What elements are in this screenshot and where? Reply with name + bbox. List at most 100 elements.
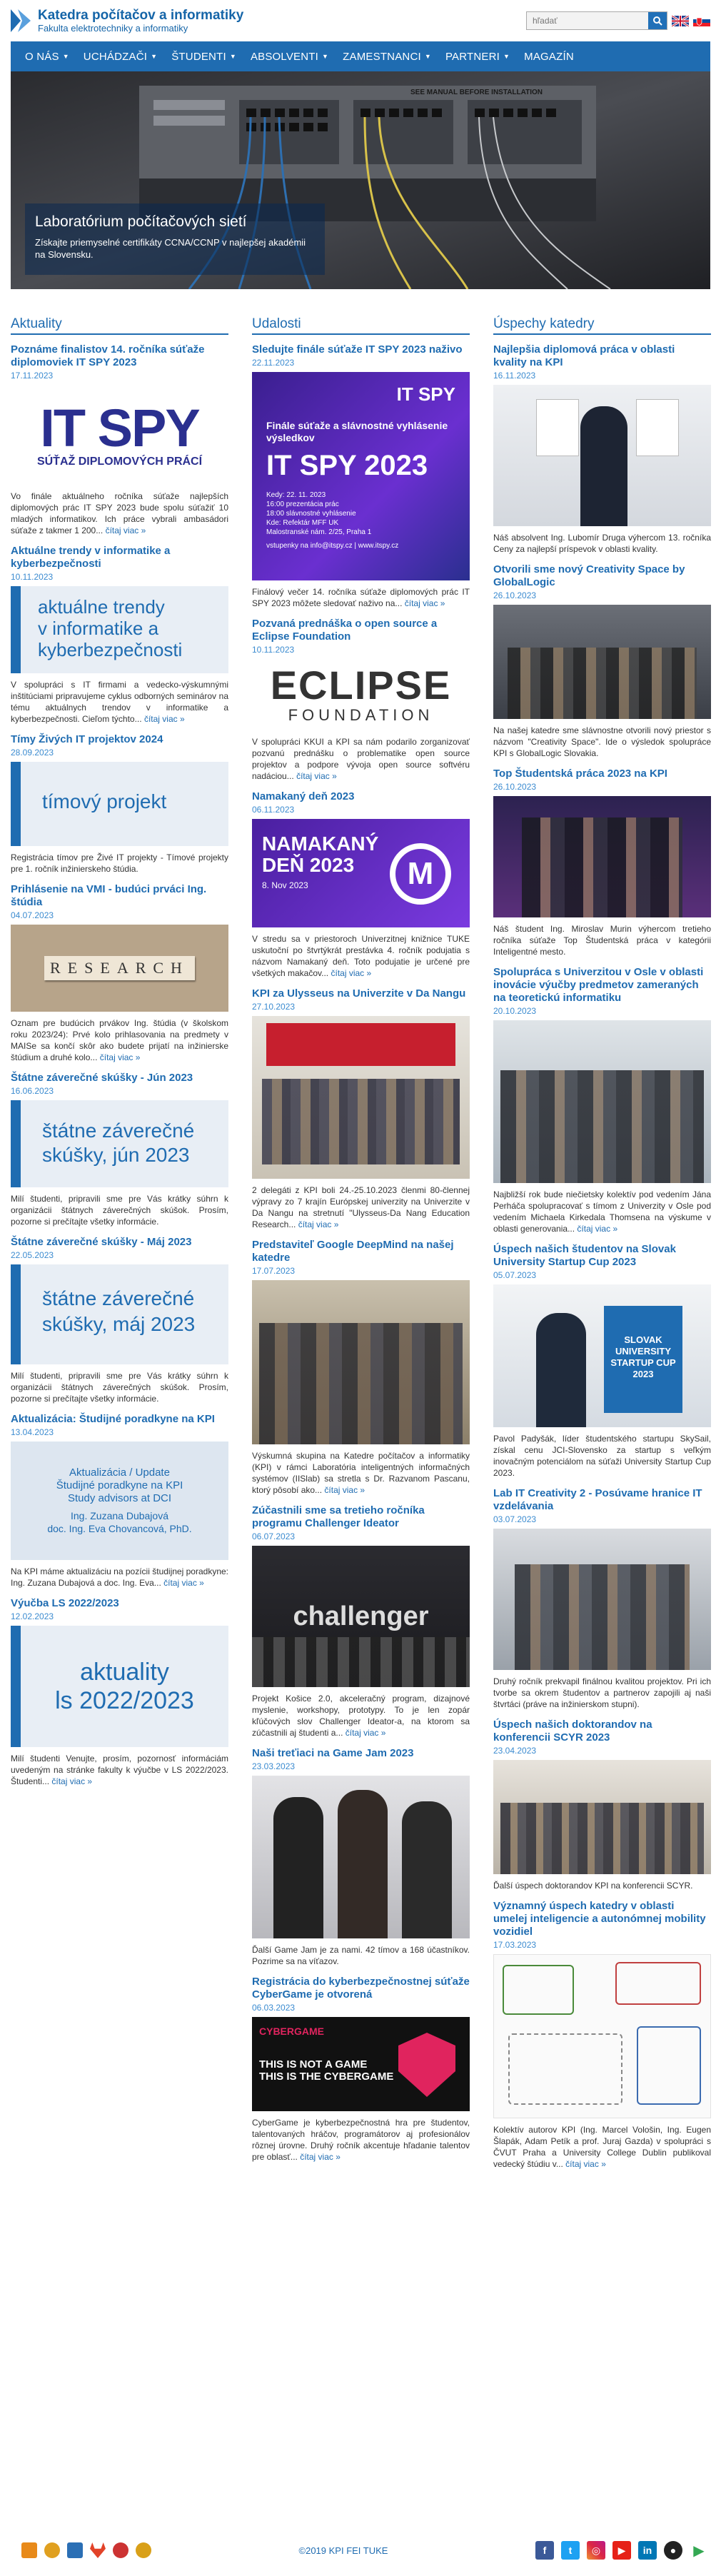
read-more-link[interactable]: čítaj viac »	[346, 1728, 386, 1738]
deepmind-photo[interactable]	[252, 1280, 470, 1444]
namakany-den-thumbnail[interactable]: NAMAKANÝ DEŇ 2023 8. Nov 2023 M	[252, 819, 470, 927]
event-title[interactable]: KPI za Ulysseus na Univerzite v Da Nangu	[252, 987, 470, 1000]
success-title[interactable]: Otvorili sme nový Creativity Space by Gl…	[493, 563, 711, 589]
chevron-down-icon: ▼	[424, 53, 431, 60]
twitter-icon[interactable]: t	[560, 2541, 580, 2560]
slovak-flag-icon[interactable]	[693, 15, 710, 26]
news-title[interactable]: Tímy Živých IT projektov 2024	[11, 733, 228, 746]
news-title[interactable]: Štátne záverečné skúšky - Máj 2023	[11, 1236, 228, 1249]
hero-banner[interactable]: SEE MANUAL BEFORE INSTALLATION Laboratór…	[11, 71, 710, 289]
column-heading[interactable]: Aktuality	[11, 316, 228, 335]
nav-item-uchadzaci[interactable]: UCHÁDZAČI ▼	[76, 41, 164, 71]
news-title[interactable]: Aktuálne trendy v informatike a kyberbez…	[11, 545, 228, 570]
nav-item-magazin[interactable]: MAGAZÍN	[517, 41, 581, 71]
event-title[interactable]: Zúčastnili sme sa tretieho ročníka progr…	[252, 1504, 470, 1530]
read-more-link[interactable]: čítaj viac »	[300, 2152, 341, 2162]
read-more-link[interactable]: čítaj viac »	[106, 525, 146, 535]
chevron-down-icon: ▼	[229, 53, 236, 60]
news-title[interactable]: Prihlásenie na VMI - budúci prváci Ing. …	[11, 883, 228, 909]
exams-may-thumbnail[interactable]: štátne záverečné skúšky, máj 2023	[11, 1264, 228, 1364]
success-title[interactable]: Významný úspech katedry v oblasti umelej…	[493, 1900, 711, 1938]
english-flag-icon[interactable]	[672, 15, 689, 26]
nav-item-partneri[interactable]: PARTNERI ▼	[438, 41, 517, 71]
success-title[interactable]: Úspech našich doktorandov na konferencii…	[493, 1719, 711, 1744]
column-heading[interactable]: Udalosti	[252, 316, 470, 335]
news-title[interactable]: Štátne záverečné skúšky - Jún 2023	[11, 1072, 228, 1085]
success-title[interactable]: Úspech našich študentov na Slovak Univer…	[493, 1243, 711, 1269]
read-more-link[interactable]: čítaj viac »	[324, 1485, 365, 1495]
award-photo[interactable]	[493, 385, 711, 526]
read-more-link[interactable]: čítaj viac »	[144, 714, 185, 724]
google-play-icon[interactable]: ▶	[689, 2541, 708, 2560]
read-more-link[interactable]: čítaj viac »	[296, 771, 337, 781]
search-icon	[652, 16, 662, 26]
nav-item-studenti[interactable]: ŠTUDENTI ▼	[164, 41, 243, 71]
danang-photo[interactable]	[252, 1016, 470, 1179]
event-title[interactable]: Pozvaná prednáška o open source a Eclips…	[252, 618, 470, 643]
challenger-photo[interactable]: challenger	[252, 1546, 470, 1687]
creativity-space-photo[interactable]	[493, 605, 711, 719]
startup-cup-photo[interactable]: SLOVAK UNIVERSITY STARTUP CUP 2023	[493, 1284, 711, 1427]
event-title[interactable]: Predstaviteľ Google DeepMind na našej ka…	[252, 1239, 470, 1264]
success-title[interactable]: Spolupráca s Univerzitou v Osle v oblast…	[493, 966, 711, 1005]
exams-june-thumbnail[interactable]: štátne záverečné skúšky, jún 2023	[11, 1100, 228, 1187]
youtube-icon[interactable]: ▶	[612, 2541, 631, 2560]
partner-logo-icon[interactable]	[136, 2542, 151, 2558]
research-thumbnail[interactable]: RESEARCH	[11, 925, 228, 1012]
people-group-shape	[500, 1803, 704, 1874]
event-title[interactable]: Sledujte finále súťaže IT SPY 2023 naživ…	[252, 343, 470, 356]
gamejam-photo[interactable]	[252, 1776, 470, 1938]
github-icon[interactable]: ●	[663, 2541, 682, 2560]
facebook-icon[interactable]: f	[535, 2541, 554, 2560]
team-project-thumbnail[interactable]: tímový projekt	[11, 762, 228, 846]
itspy-final-thumbnail[interactable]: IT SPY Finále súťaže a slávnostné vyhlás…	[252, 372, 470, 580]
success-title[interactable]: Lab IT Creativity 2 - Posúvame hranice I…	[493, 1487, 711, 1513]
itspy-thumbnail[interactable]: IT SPY SÚŤAŽ DIPLOMOVÝCH PRÁCÍ	[11, 385, 228, 485]
advisors-thumbnail[interactable]: Aktualizácia / Update Študijné poradkyne…	[11, 1442, 228, 1560]
chevron-down-icon: ▼	[151, 53, 158, 60]
read-more-link[interactable]: čítaj viac »	[51, 1776, 92, 1786]
column-heading[interactable]: Úspechy katedry	[493, 316, 711, 335]
search-input[interactable]	[527, 12, 648, 29]
oslo-photo[interactable]	[493, 1020, 711, 1183]
success-title[interactable]: Top Študentská práca 2023 na KPI	[493, 768, 711, 780]
instagram-icon[interactable]: ◎	[586, 2541, 605, 2560]
lab-it-creativity-photo[interactable]	[493, 1529, 711, 1670]
news-title[interactable]: Poznáme finalistov 14. ročníka súťaže di…	[11, 343, 228, 369]
read-more-link[interactable]: čítaj viac »	[100, 1052, 141, 1062]
news-title[interactable]: Výučba LS 2022/2023	[11, 1597, 228, 1610]
rack-label: SEE MANUAL BEFORE INSTALLATION	[410, 89, 543, 96]
event-title[interactable]: Naši treťiaci na Game Jam 2023	[252, 1747, 470, 1760]
thumb-text: aktuality	[80, 1659, 169, 1686]
success-title[interactable]: Najlepšia diplomová práca v oblasti kval…	[493, 343, 711, 369]
event-date: 06.11.2023	[252, 805, 295, 815]
partner-logo-icon[interactable]	[44, 2542, 60, 2558]
search-button[interactable]	[648, 12, 667, 29]
read-more-link[interactable]: čítaj viac »	[577, 1224, 617, 1234]
read-more-link[interactable]: čítaj viac »	[405, 598, 445, 608]
nav-item-o-nas[interactable]: O NÁS ▼	[18, 41, 76, 71]
event-title[interactable]: Registrácia do kyberbezpečnostnej súťaže…	[252, 1976, 470, 2001]
linkedin-icon[interactable]: in	[637, 2541, 657, 2560]
read-more-link[interactable]: čítaj viac »	[565, 2159, 606, 2169]
read-more-link[interactable]: čítaj viac »	[163, 1578, 204, 1588]
teaching-thumbnail[interactable]: aktuality ls 2022/2023	[11, 1626, 228, 1747]
nav-item-absolventi[interactable]: ABSOLVENTI ▼	[243, 41, 336, 71]
site-logo[interactable]: Katedra počítačov a informatiky Fakulta …	[11, 8, 243, 34]
thumb-text: vstupenky na info@itspy.cz | www.itspy.c…	[266, 542, 399, 550]
news-title[interactable]: Aktualizácia: Študijné poradkyne na KPI	[11, 1413, 228, 1426]
mobility-diagram[interactable]	[493, 1954, 711, 2118]
gitlab-icon[interactable]	[90, 2542, 106, 2558]
nav-item-zamestnanci[interactable]: ZAMESTNANCI ▼	[336, 41, 438, 71]
partner-logo-icon[interactable]	[67, 2542, 83, 2558]
trends-thumbnail[interactable]: aktuálne trendy v informatike a kyberbez…	[11, 586, 228, 673]
scyr-photo[interactable]	[493, 1760, 711, 1874]
top-student-photo[interactable]	[493, 796, 711, 917]
event-title[interactable]: Namakaný deň 2023	[252, 790, 470, 803]
read-more-link[interactable]: čítaj viac »	[298, 1219, 339, 1229]
read-more-link[interactable]: čítaj viac »	[331, 968, 372, 978]
partner-logo-icon[interactable]	[113, 2542, 128, 2558]
cybergame-thumbnail[interactable]: CYBERGAME THIS IS NOT A GAME THIS IS THE…	[252, 2017, 470, 2111]
partner-logo-icon[interactable]	[21, 2542, 37, 2558]
eclipse-thumbnail[interactable]: ECLIPSE FOUNDATION	[252, 659, 470, 730]
